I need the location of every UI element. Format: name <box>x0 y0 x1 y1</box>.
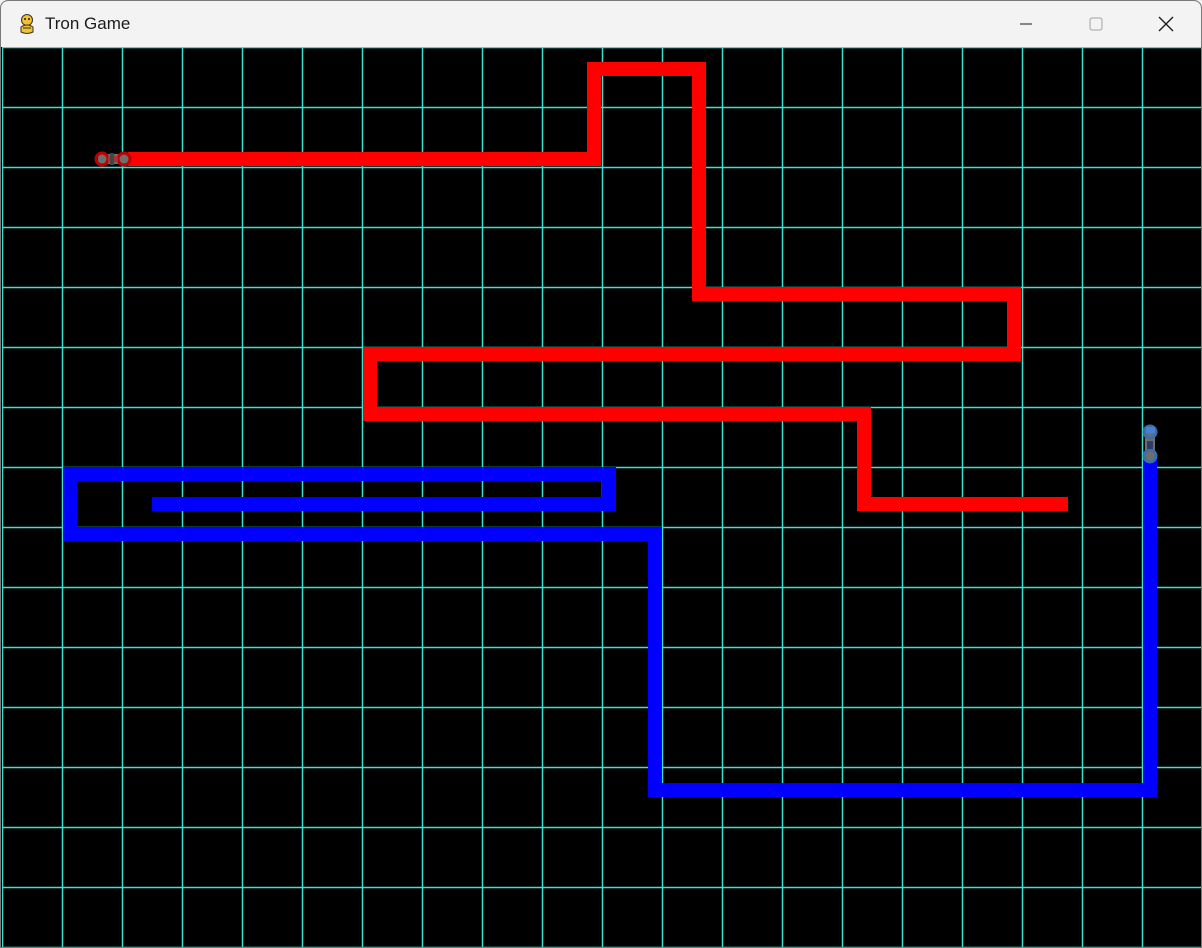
game-window: Tron Game <box>0 0 1202 948</box>
minimize-icon <box>1020 23 1032 25</box>
game-canvas[interactable] <box>2 47 1201 947</box>
close-icon <box>1158 16 1174 32</box>
red-lightcycle <box>94 151 132 167</box>
blue-lightcycle <box>1142 424 1158 464</box>
minimize-button[interactable] <box>991 1 1061 47</box>
python-snake-icon <box>16 13 38 35</box>
maximize-icon <box>1089 17 1103 31</box>
maximize-button[interactable] <box>1061 1 1131 47</box>
close-button[interactable] <box>1131 1 1201 47</box>
window-title: Tron Game <box>45 14 131 33</box>
title-bar[interactable]: Tron Game <box>1 1 1201 47</box>
